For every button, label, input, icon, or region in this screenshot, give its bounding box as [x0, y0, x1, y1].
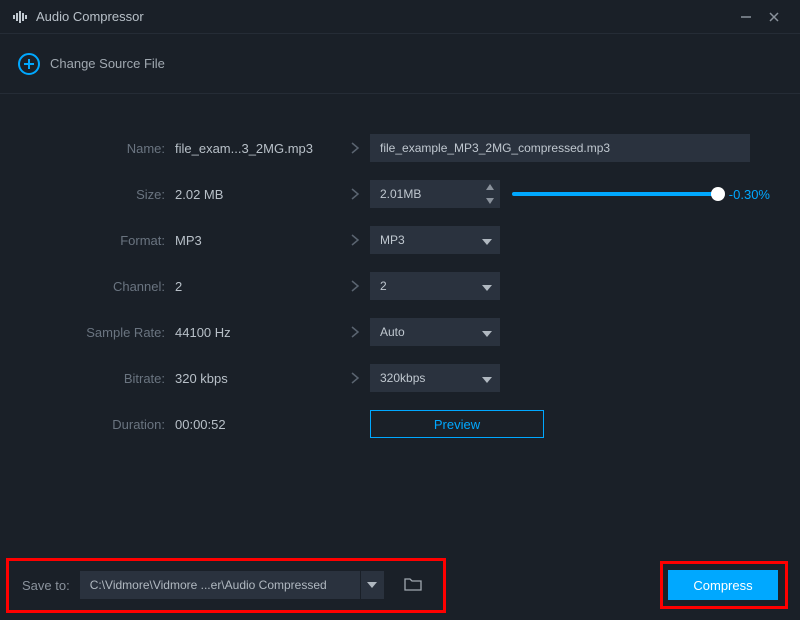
open-folder-button[interactable]	[404, 577, 422, 593]
chevron-down-icon	[482, 233, 492, 248]
close-button[interactable]	[760, 3, 788, 31]
row-channel: Channel: 2 2	[30, 272, 770, 300]
original-channel: 2	[175, 279, 340, 294]
compress-button[interactable]: Compress	[668, 570, 778, 600]
size-up-button[interactable]	[480, 180, 500, 194]
plus-circle-icon	[18, 53, 40, 75]
original-name: file_exam...3_2MG.mp3	[175, 141, 340, 156]
bitrate-value: 320kbps	[380, 371, 482, 385]
arrow-icon	[340, 280, 370, 292]
label-duration: Duration:	[30, 417, 175, 432]
row-duration: Duration: 00:00:52 Preview	[30, 410, 770, 438]
sample-rate-value: Auto	[380, 325, 482, 339]
toolbar: Change Source File	[0, 34, 800, 94]
sample-rate-dropdown[interactable]: Auto	[370, 318, 500, 346]
preview-button[interactable]: Preview	[370, 410, 544, 438]
change-source-file-button[interactable]: Change Source File	[18, 53, 165, 75]
arrow-icon	[340, 188, 370, 200]
channel-value: 2	[380, 279, 482, 293]
original-sample-rate: 44100 Hz	[175, 325, 340, 340]
original-format: MP3	[175, 233, 340, 248]
target-size-value: 2.01MB	[370, 187, 480, 201]
label-sample-rate: Sample Rate:	[30, 325, 175, 340]
chevron-down-icon	[482, 371, 492, 386]
target-name-input[interactable]	[370, 134, 750, 162]
change-source-label: Change Source File	[50, 56, 165, 71]
arrow-icon	[340, 142, 370, 154]
format-value: MP3	[380, 233, 482, 247]
label-channel: Channel:	[30, 279, 175, 294]
bottom-bar: Save to: C:\Vidmore\Vidmore ...er\Audio …	[0, 550, 800, 620]
app-title: Audio Compressor	[36, 9, 732, 24]
size-down-button[interactable]	[480, 194, 500, 208]
row-name: Name: file_exam...3_2MG.mp3	[30, 134, 770, 162]
row-bitrate: Bitrate: 320 kbps 320kbps	[30, 364, 770, 392]
saveto-path-dropdown[interactable]: C:\Vidmore\Vidmore ...er\Audio Compresse…	[80, 571, 384, 599]
row-sample-rate: Sample Rate: 44100 Hz Auto	[30, 318, 770, 346]
channel-dropdown[interactable]: 2	[370, 272, 500, 300]
arrow-icon	[340, 326, 370, 338]
label-format: Format:	[30, 233, 175, 248]
slider-thumb[interactable]	[711, 187, 725, 201]
format-dropdown[interactable]: MP3	[370, 226, 500, 254]
chevron-down-icon	[482, 279, 492, 294]
saveto-label: Save to:	[22, 578, 70, 593]
target-size-spinner[interactable]: 2.01MB	[370, 180, 500, 208]
label-size: Size:	[30, 187, 175, 202]
original-bitrate: 320 kbps	[175, 371, 340, 386]
row-format: Format: MP3 MP3	[30, 226, 770, 254]
size-slider[interactable]	[512, 192, 719, 196]
chevron-down-icon	[482, 325, 492, 340]
row-size: Size: 2.02 MB 2.01MB -0.30%	[30, 180, 770, 208]
label-name: Name:	[30, 141, 175, 156]
app-icon	[12, 9, 28, 25]
arrow-icon	[340, 234, 370, 246]
chevron-down-icon[interactable]	[360, 571, 384, 599]
title-bar: Audio Compressor	[0, 0, 800, 34]
form-area: Name: file_exam...3_2MG.mp3 Size: 2.02 M…	[0, 94, 800, 438]
original-size: 2.02 MB	[175, 187, 340, 202]
minimize-button[interactable]	[732, 3, 760, 31]
saveto-path-value: C:\Vidmore\Vidmore ...er\Audio Compresse…	[80, 578, 360, 592]
size-percent: -0.30%	[729, 187, 770, 202]
arrow-icon	[340, 372, 370, 384]
label-bitrate: Bitrate:	[30, 371, 175, 386]
original-duration: 00:00:52	[175, 417, 340, 432]
bitrate-dropdown[interactable]: 320kbps	[370, 364, 500, 392]
